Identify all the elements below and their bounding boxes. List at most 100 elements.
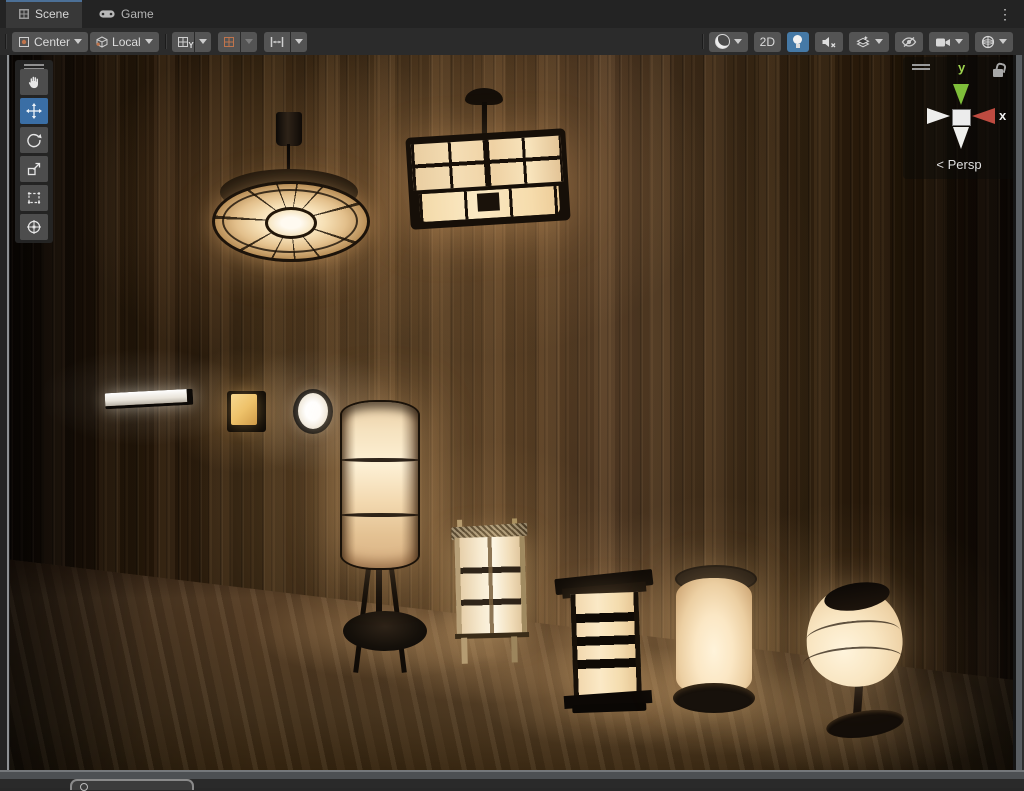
chevron-down-icon <box>245 39 253 44</box>
chevron-down-icon <box>875 39 883 44</box>
orientation-gizmo: y x < Persp <box>903 57 1013 179</box>
gizmo-center-cube[interactable] <box>952 109 971 126</box>
grid-snapping-button[interactable] <box>218 32 240 52</box>
projection-toggle[interactable]: < Persp <box>903 157 1013 172</box>
view-tool-button[interactable] <box>20 69 48 95</box>
window-edge-left <box>0 55 10 770</box>
round-wall-lamp-glow <box>298 393 328 429</box>
tab-game-label: Game <box>121 7 154 21</box>
tab-scene[interactable]: Scene <box>6 0 82 28</box>
transform-tool-button[interactable] <box>20 214 48 240</box>
cylinder-lamp-base <box>673 683 755 713</box>
scene-toolbar: Center Local Y <box>0 28 1024 56</box>
toolbar-separator <box>702 34 703 49</box>
lantern-leg <box>511 636 518 662</box>
lantern-base-step <box>572 703 646 714</box>
lightbulb-icon <box>793 35 803 49</box>
pivot-mode-label: Center <box>34 35 70 49</box>
pendant-mount <box>276 112 302 146</box>
shade-table-lamp[interactable] <box>798 583 910 741</box>
square-wall-lamp-glow <box>231 394 257 425</box>
cylinder-lamp-glow-body <box>676 578 752 696</box>
cube-icon <box>96 36 108 48</box>
chevron-down-icon <box>295 39 303 44</box>
scene-visibility-toggle[interactable] <box>895 32 923 52</box>
rect-icon <box>26 190 42 206</box>
round-wall-lamp[interactable] <box>293 389 333 434</box>
rotate-tool-button[interactable] <box>20 127 48 153</box>
audio-toggle[interactable] <box>815 32 843 52</box>
tab-bar: Scene Game ⋮ <box>0 0 1024 29</box>
move-icon <box>26 103 42 119</box>
gizmos-button[interactable] <box>975 32 1013 52</box>
snap-increment-icon <box>270 36 284 48</box>
gizmo-negative-x-cone[interactable] <box>927 108 950 124</box>
snap-increment-dropdown[interactable] <box>291 32 307 52</box>
gamepad-icon <box>99 9 115 19</box>
square-wall-lamp[interactable] <box>227 391 266 432</box>
table-lamp-base <box>825 706 906 743</box>
gizmo-negative-y-cone[interactable] <box>953 127 969 149</box>
partial-bottom-button[interactable] <box>70 779 194 790</box>
scene-lighting-toggle[interactable] <box>787 32 809 52</box>
rotate-icon <box>26 132 42 148</box>
pendant-body <box>405 128 570 230</box>
hand-icon <box>26 74 42 90</box>
toggle-2d-button[interactable]: 2D <box>754 32 781 52</box>
grid-visibility-button[interactable]: Y <box>172 32 194 52</box>
gizmo-drag-handle[interactable] <box>912 64 930 66</box>
lantern-shoji-body <box>454 536 527 638</box>
palette-drag-handle[interactable] <box>24 64 44 66</box>
unlock-icon[interactable] <box>993 69 1003 77</box>
pivot-mode-button[interactable]: Center <box>12 32 88 52</box>
scene-grid-icon <box>19 9 29 19</box>
effects-icon <box>855 35 871 49</box>
camera-settings-button[interactable] <box>929 32 969 52</box>
toolbar-separator <box>165 34 166 49</box>
floor-lamp-shade <box>340 400 420 570</box>
chevron-down-icon <box>74 39 82 44</box>
cylinder-floor-lamp[interactable] <box>673 565 755 713</box>
grid-visibility-dropdown[interactable] <box>195 32 211 52</box>
tab-overflow-menu[interactable]: ⋮ <box>995 3 1015 25</box>
lantern-leg <box>461 638 468 664</box>
gizmo-y-label[interactable]: y <box>958 60 965 75</box>
shading-mode-button[interactable] <box>709 32 748 52</box>
scene-viewport[interactable]: y x < Persp <box>10 55 1013 770</box>
grid-snapping-dropdown[interactable] <box>241 32 257 52</box>
scale-tool-button[interactable] <box>20 156 48 182</box>
chevron-down-icon <box>999 39 1007 44</box>
chevron-down-icon <box>199 39 207 44</box>
tab-scene-label: Scene <box>35 7 69 21</box>
rect-tool-button[interactable] <box>20 185 48 211</box>
gizmo-y-axis-cone[interactable] <box>953 84 969 105</box>
wood-frame-lantern[interactable] <box>450 524 534 666</box>
tool-palette <box>15 60 53 243</box>
transform-icon <box>26 219 42 235</box>
floor-lamp-frame-band <box>340 513 420 517</box>
toolbar-separator <box>5 34 6 49</box>
effects-toggle-button[interactable] <box>849 32 889 52</box>
orientation-mode-button[interactable]: Local <box>90 32 159 52</box>
gizmos-globe-icon <box>981 35 995 49</box>
grid-axis-icon: Y <box>178 37 188 47</box>
tab-game[interactable]: Game <box>86 0 167 28</box>
lantern-shoji-body <box>570 592 642 696</box>
black-frame-lantern[interactable] <box>558 569 657 714</box>
move-tool-button[interactable] <box>20 98 48 124</box>
camera-icon <box>935 36 951 48</box>
eye-slash-icon <box>901 36 917 48</box>
shading-sphere-icon <box>715 34 730 49</box>
pivot-icon <box>18 36 30 48</box>
snap-increment-button[interactable] <box>264 32 290 52</box>
floor-lamp-frame-band <box>340 458 420 462</box>
grid-snap-icon <box>224 37 234 47</box>
chevron-down-icon <box>955 39 963 44</box>
gizmo-x-axis-cone[interactable] <box>972 108 995 124</box>
pendant-side-panels <box>411 135 564 190</box>
chevron-down-icon <box>734 39 742 44</box>
gizmo-x-label[interactable]: x <box>999 108 1006 123</box>
scale-icon <box>26 161 42 177</box>
window-edge-right[interactable] <box>1013 55 1024 770</box>
orientation-mode-label: Local <box>112 35 141 49</box>
